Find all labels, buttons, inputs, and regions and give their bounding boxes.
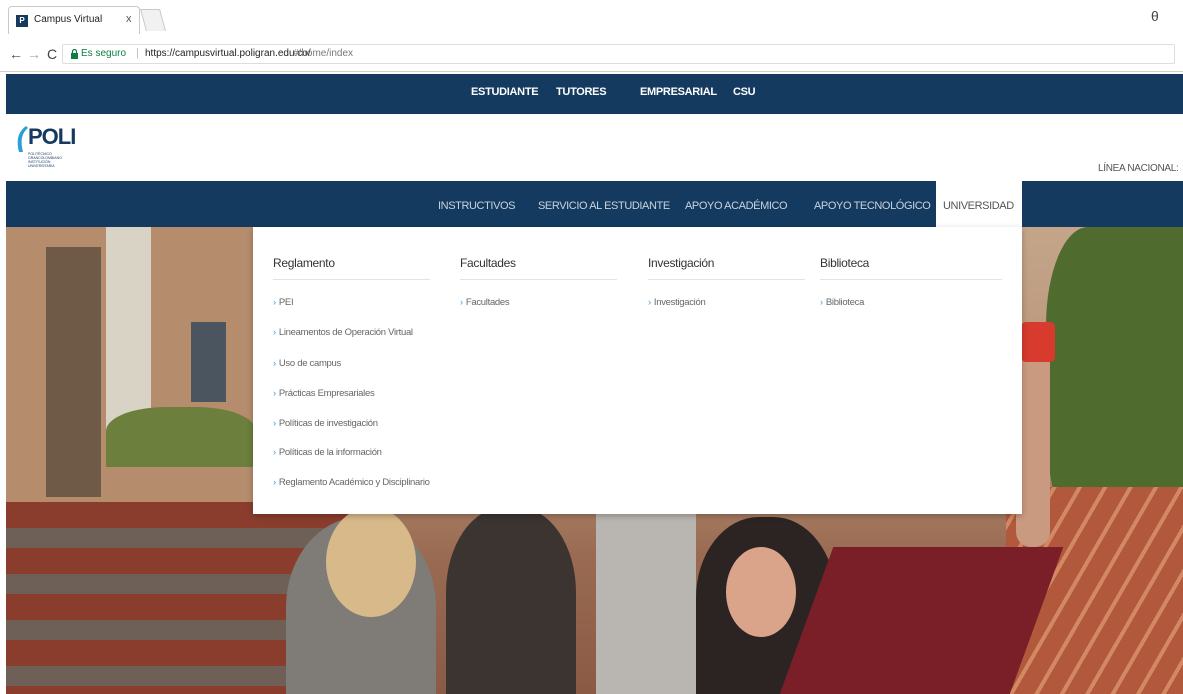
hero-column bbox=[46, 247, 101, 497]
forward-arrow-icon[interactable]: → bbox=[26, 46, 42, 62]
chevron-right-icon: › bbox=[820, 297, 823, 308]
top-nav-csu[interactable]: CSU bbox=[733, 86, 756, 98]
menu-divider bbox=[820, 279, 1002, 280]
chevron-right-icon: › bbox=[460, 297, 463, 308]
main-nav: INSTRUCTIVOS SERVICIO AL ESTUDIANTE APOY… bbox=[6, 181, 1183, 227]
hero-person-hair bbox=[326, 507, 416, 617]
main-nav-apoyo-tecnologico[interactable]: APOYO TECNOLÓGICO bbox=[814, 200, 931, 212]
main-nav-instructivos[interactable]: INSTRUCTIVOS bbox=[438, 200, 515, 212]
menu-link-label: Prácticas Empresariales bbox=[278, 388, 375, 399]
new-tab-button[interactable] bbox=[140, 9, 166, 31]
menu-link-investigacion[interactable]: › Investigación bbox=[648, 297, 706, 308]
chevron-right-icon: › bbox=[273, 388, 276, 399]
hero-person bbox=[446, 507, 576, 694]
chevron-right-icon: › bbox=[273, 477, 276, 488]
menu-link-uso-campus[interactable]: › Uso de campus bbox=[273, 358, 341, 369]
browser-tab[interactable]: P Campus Virtual x bbox=[8, 6, 140, 34]
menu-link-label: Lineamentos de Operación Virtual bbox=[278, 327, 413, 338]
menu-link-politicas-investigacion[interactable]: › Políticas de investigación bbox=[273, 418, 378, 429]
menu-link-label: Investigación bbox=[653, 297, 706, 308]
chevron-right-icon: › bbox=[273, 297, 276, 308]
hero-window bbox=[191, 322, 226, 402]
secure-label: Es seguro bbox=[81, 48, 127, 59]
hero-phone bbox=[1021, 322, 1055, 362]
site-header: POLI POLITÉCNICO GRANCOLOMBIANO INSTITUC… bbox=[0, 114, 1183, 181]
menu-link-pei[interactable]: › PEI bbox=[273, 297, 294, 308]
main-nav-universidad[interactable]: UNIVERSIDAD bbox=[936, 181, 1022, 227]
menu-link-facultades[interactable]: › Facultades bbox=[460, 297, 510, 308]
menu-link-label: Reglamento Académico y Disciplinario bbox=[278, 477, 430, 488]
chevron-right-icon: › bbox=[273, 358, 276, 369]
menu-heading-biblioteca: Biblioteca bbox=[820, 256, 870, 270]
reload-icon[interactable]: C bbox=[44, 46, 60, 62]
main-nav-servicio[interactable]: SERVICIO AL ESTUDIANTE bbox=[538, 200, 670, 212]
tab-close-icon[interactable]: x bbox=[126, 13, 132, 25]
menu-link-lineamentos[interactable]: › Lineamentos de Operación Virtual bbox=[273, 327, 413, 338]
logo-mark-icon bbox=[17, 126, 28, 152]
url-host: https://campusvirtual.poligran.edu.co/ bbox=[145, 48, 311, 59]
menu-divider bbox=[460, 279, 617, 280]
menu-link-label: Uso de campus bbox=[278, 358, 341, 369]
hero-bushes bbox=[106, 407, 256, 467]
hero-person-face bbox=[726, 547, 796, 637]
back-arrow-icon[interactable]: ← bbox=[8, 46, 24, 62]
menu-link-label: Biblioteca bbox=[825, 297, 865, 308]
hero-person bbox=[596, 507, 696, 694]
linea-nacional-label: LÍNEA NACIONAL: bbox=[1098, 163, 1179, 174]
browser-toolbar: ← → C Es seguro | https://campusvirtual.… bbox=[0, 36, 1183, 72]
logo-text: POLI bbox=[28, 124, 76, 149]
profile-icon[interactable]: θ bbox=[1151, 8, 1165, 26]
chevron-right-icon: › bbox=[273, 447, 276, 458]
menu-link-reglamento-academico[interactable]: › Reglamento Académico y Disciplinario bbox=[273, 477, 430, 488]
menu-heading-investigacion: Investigación bbox=[648, 256, 715, 270]
chevron-right-icon: › bbox=[273, 418, 276, 429]
address-bar[interactable]: Es seguro | https://campusvirtual.poligr… bbox=[62, 44, 1175, 64]
url-separator: | bbox=[136, 47, 139, 59]
menu-link-label: PEI bbox=[278, 297, 294, 308]
url-path: #/home/index bbox=[293, 48, 354, 59]
main-nav-apoyo-academico[interactable]: APOYO ACADÉMICO bbox=[685, 200, 788, 212]
menu-link-politicas-informacion[interactable]: › Políticas de la información bbox=[273, 447, 382, 458]
universidad-mega-menu: Reglamento › PEI › Lineamentos de Operació… bbox=[253, 227, 1022, 514]
menu-link-label: Políticas de investigación bbox=[278, 418, 378, 429]
lock-icon bbox=[71, 49, 78, 59]
poli-favicon-icon: P bbox=[16, 15, 28, 27]
menu-divider bbox=[273, 279, 430, 280]
poli-logo[interactable]: POLI POLITÉCNICO GRANCOLOMBIANO INSTITUC… bbox=[14, 124, 84, 172]
top-nav: ESTUDIANTE TUTORES EMPRESARIAL CSU bbox=[6, 74, 1183, 114]
top-nav-estudiante[interactable]: ESTUDIANTE bbox=[471, 86, 539, 98]
chevron-right-icon: › bbox=[273, 327, 276, 338]
menu-link-practicas[interactable]: › Prácticas Empresariales bbox=[273, 388, 375, 399]
main-nav-universidad-label: UNIVERSIDAD bbox=[943, 200, 1014, 212]
menu-link-label: Políticas de la información bbox=[278, 447, 382, 458]
top-nav-tutores[interactable]: TUTORES bbox=[556, 86, 607, 98]
top-nav-empresarial[interactable]: EMPRESARIAL bbox=[640, 86, 717, 98]
chevron-right-icon: › bbox=[648, 297, 651, 308]
menu-link-label: Facultades bbox=[465, 297, 510, 308]
menu-divider bbox=[648, 279, 805, 280]
tab-title: Campus Virtual bbox=[34, 14, 103, 25]
menu-heading-reglamento: Reglamento bbox=[273, 256, 335, 270]
menu-link-biblioteca[interactable]: › Biblioteca bbox=[820, 297, 864, 308]
menu-heading-facultades: Facultades bbox=[460, 256, 516, 270]
logo-subtitle: POLITÉCNICO GRANCOLOMBIANO INSTITUCIÓN U… bbox=[28, 152, 62, 168]
browser-tabstrip: P Campus Virtual x θ bbox=[0, 0, 1183, 36]
